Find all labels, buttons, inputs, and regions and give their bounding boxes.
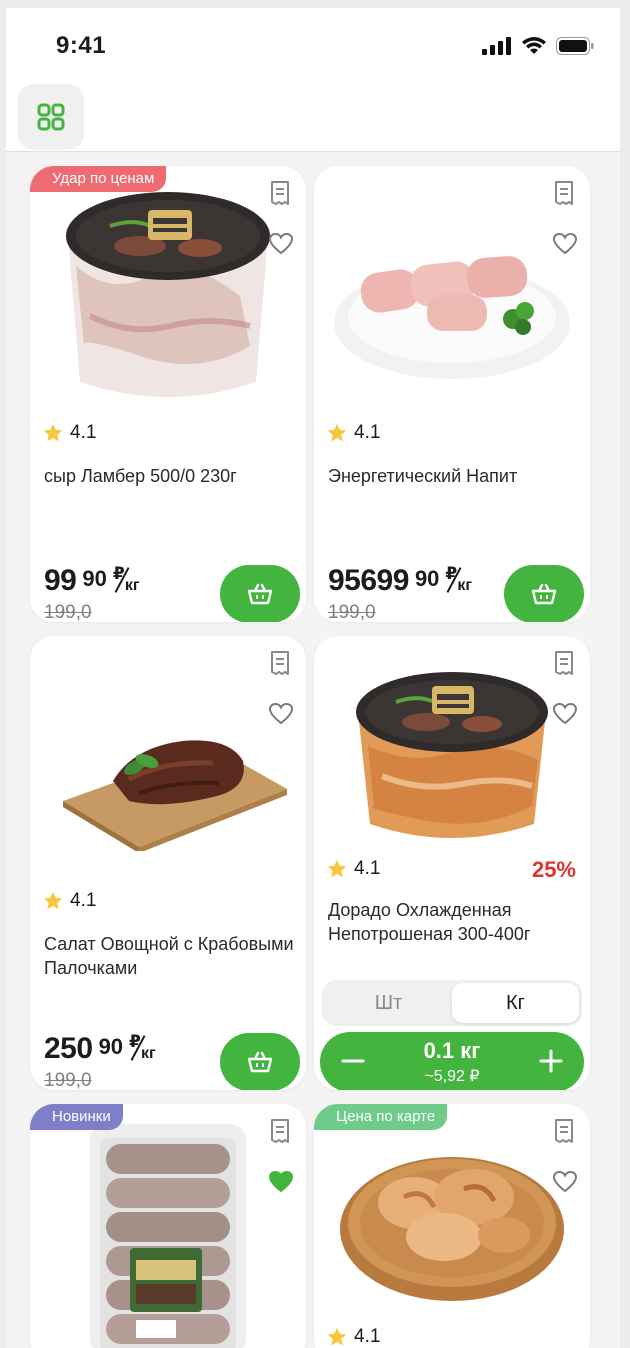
rating-value: 4.1 [354, 858, 381, 879]
star-icon [43, 423, 63, 442]
app-screen: 9:41 Удар по ценам 4.1 сыр Ламбер 500/0 … [6, 8, 620, 1348]
rating-value: 4.1 [70, 890, 97, 911]
product-card[interactable]: 4.1 Энергетический Напит 95699 90 ₽ кг 1… [314, 166, 590, 622]
receipt-icon[interactable] [552, 180, 576, 206]
price-integer: 250 [44, 1032, 93, 1065]
rating-value: 4.1 [70, 422, 97, 443]
old-price: 199,0 [328, 602, 376, 622]
product-card[interactable]: Удар по ценам 4.1 сыр Ламбер 500/0 230г … [30, 166, 306, 622]
add-to-cart-button[interactable] [220, 1033, 300, 1090]
product-card[interactable]: 4.1 Салат Овощной с Крабовыми Палочками … [30, 636, 306, 1090]
old-price: 199,0 [44, 1070, 92, 1090]
product-title: сыр Ламбер 500/0 230г [44, 466, 237, 486]
unit-option-kg[interactable]: Кг [452, 983, 579, 1023]
basket-icon [531, 583, 557, 605]
product-image [314, 1104, 590, 1319]
receipt-icon[interactable] [268, 650, 292, 676]
heart-outline-icon[interactable] [552, 232, 578, 256]
old-price: 199,0 [44, 602, 92, 622]
product-title: Салат Овощной с Крабовыми Палочками [44, 934, 294, 978]
heart-outline-icon[interactable] [268, 232, 294, 256]
status-icons [482, 36, 594, 55]
price: 95699 90 ₽ кг [328, 564, 475, 598]
receipt-icon[interactable] [552, 1118, 576, 1144]
unit: кг [457, 577, 473, 594]
rating: 4.1 [42, 422, 96, 444]
product-image [314, 636, 590, 866]
star-icon [327, 1327, 347, 1346]
catalog-grid-button[interactable] [18, 84, 84, 150]
badge: Новинки [30, 1104, 123, 1130]
product-card[interactable]: 4.1 25% Дорадо Охлажденная Непотрошеная … [314, 636, 590, 1090]
rating-value: 4.1 [354, 1326, 381, 1347]
rating: 4.1 [326, 422, 380, 444]
badge: Удар по ценам [30, 166, 167, 192]
rating-value: 4.1 [354, 422, 381, 443]
battery-icon [556, 36, 594, 55]
basket-icon [247, 1051, 273, 1073]
star-icon [43, 891, 63, 910]
add-to-cart-button[interactable] [504, 565, 584, 622]
signal-icon [482, 36, 511, 55]
discount-badge: 25% [531, 857, 576, 882]
product-image [30, 1104, 306, 1348]
product-image [30, 166, 306, 416]
receipt-icon[interactable] [268, 1118, 292, 1144]
product-card[interactable]: Цена по карте 4.1 [314, 1104, 590, 1348]
price-unit: ₽ кг [113, 564, 143, 596]
plus-icon [539, 1049, 563, 1073]
product-card[interactable]: Новинки [30, 1104, 306, 1348]
price-integer: 95699 [328, 564, 409, 597]
grid-icon [37, 103, 65, 131]
price-unit: ₽ кг [445, 564, 475, 596]
price-integer: 99 [44, 564, 77, 597]
unit-option-pieces[interactable]: Шт [325, 983, 452, 1023]
price-fraction: 90 [414, 566, 440, 591]
star-icon [327, 423, 347, 442]
heart-outline-icon[interactable] [552, 702, 578, 726]
price: 250 90 ₽ кг [44, 1032, 159, 1066]
rating: 4.1 [42, 890, 96, 912]
increase-button[interactable] [534, 1044, 568, 1078]
product-image [30, 636, 306, 886]
product-image [314, 166, 590, 416]
unit: кг [141, 1045, 156, 1062]
quantity-stepper: 0.1 кг ~5,92 ₽ [320, 1032, 584, 1090]
rating: 4.1 [326, 858, 380, 880]
rating: 4.1 [326, 1326, 380, 1348]
product-title: Дорадо Охлажденная Непотрошеная 300-400г [328, 900, 531, 944]
receipt-icon[interactable] [268, 180, 292, 206]
price-unit: ₽ кг [129, 1032, 159, 1064]
star-icon [327, 859, 347, 878]
heart-outline-icon[interactable] [268, 702, 294, 726]
unit-toggle: Шт Кг [322, 980, 582, 1026]
badge: Цена по карте [314, 1104, 448, 1130]
receipt-icon[interactable] [552, 650, 576, 676]
status-time: 9:41 [56, 32, 107, 59]
unit: кг [124, 577, 140, 594]
add-to-cart-button[interactable] [220, 565, 300, 622]
price-fraction: 90 [82, 566, 107, 591]
status-bar: 9:41 [6, 8, 620, 80]
top-bar [6, 80, 620, 152]
price: 99 90 ₽ кг [44, 564, 143, 598]
basket-icon [247, 583, 273, 605]
wifi-icon [522, 37, 546, 54]
price-fraction: 90 [98, 1034, 124, 1059]
heart-outline-icon[interactable] [552, 1170, 578, 1194]
product-title: Энергетический Напит [328, 466, 518, 486]
heart-filled-icon[interactable] [268, 1170, 294, 1194]
